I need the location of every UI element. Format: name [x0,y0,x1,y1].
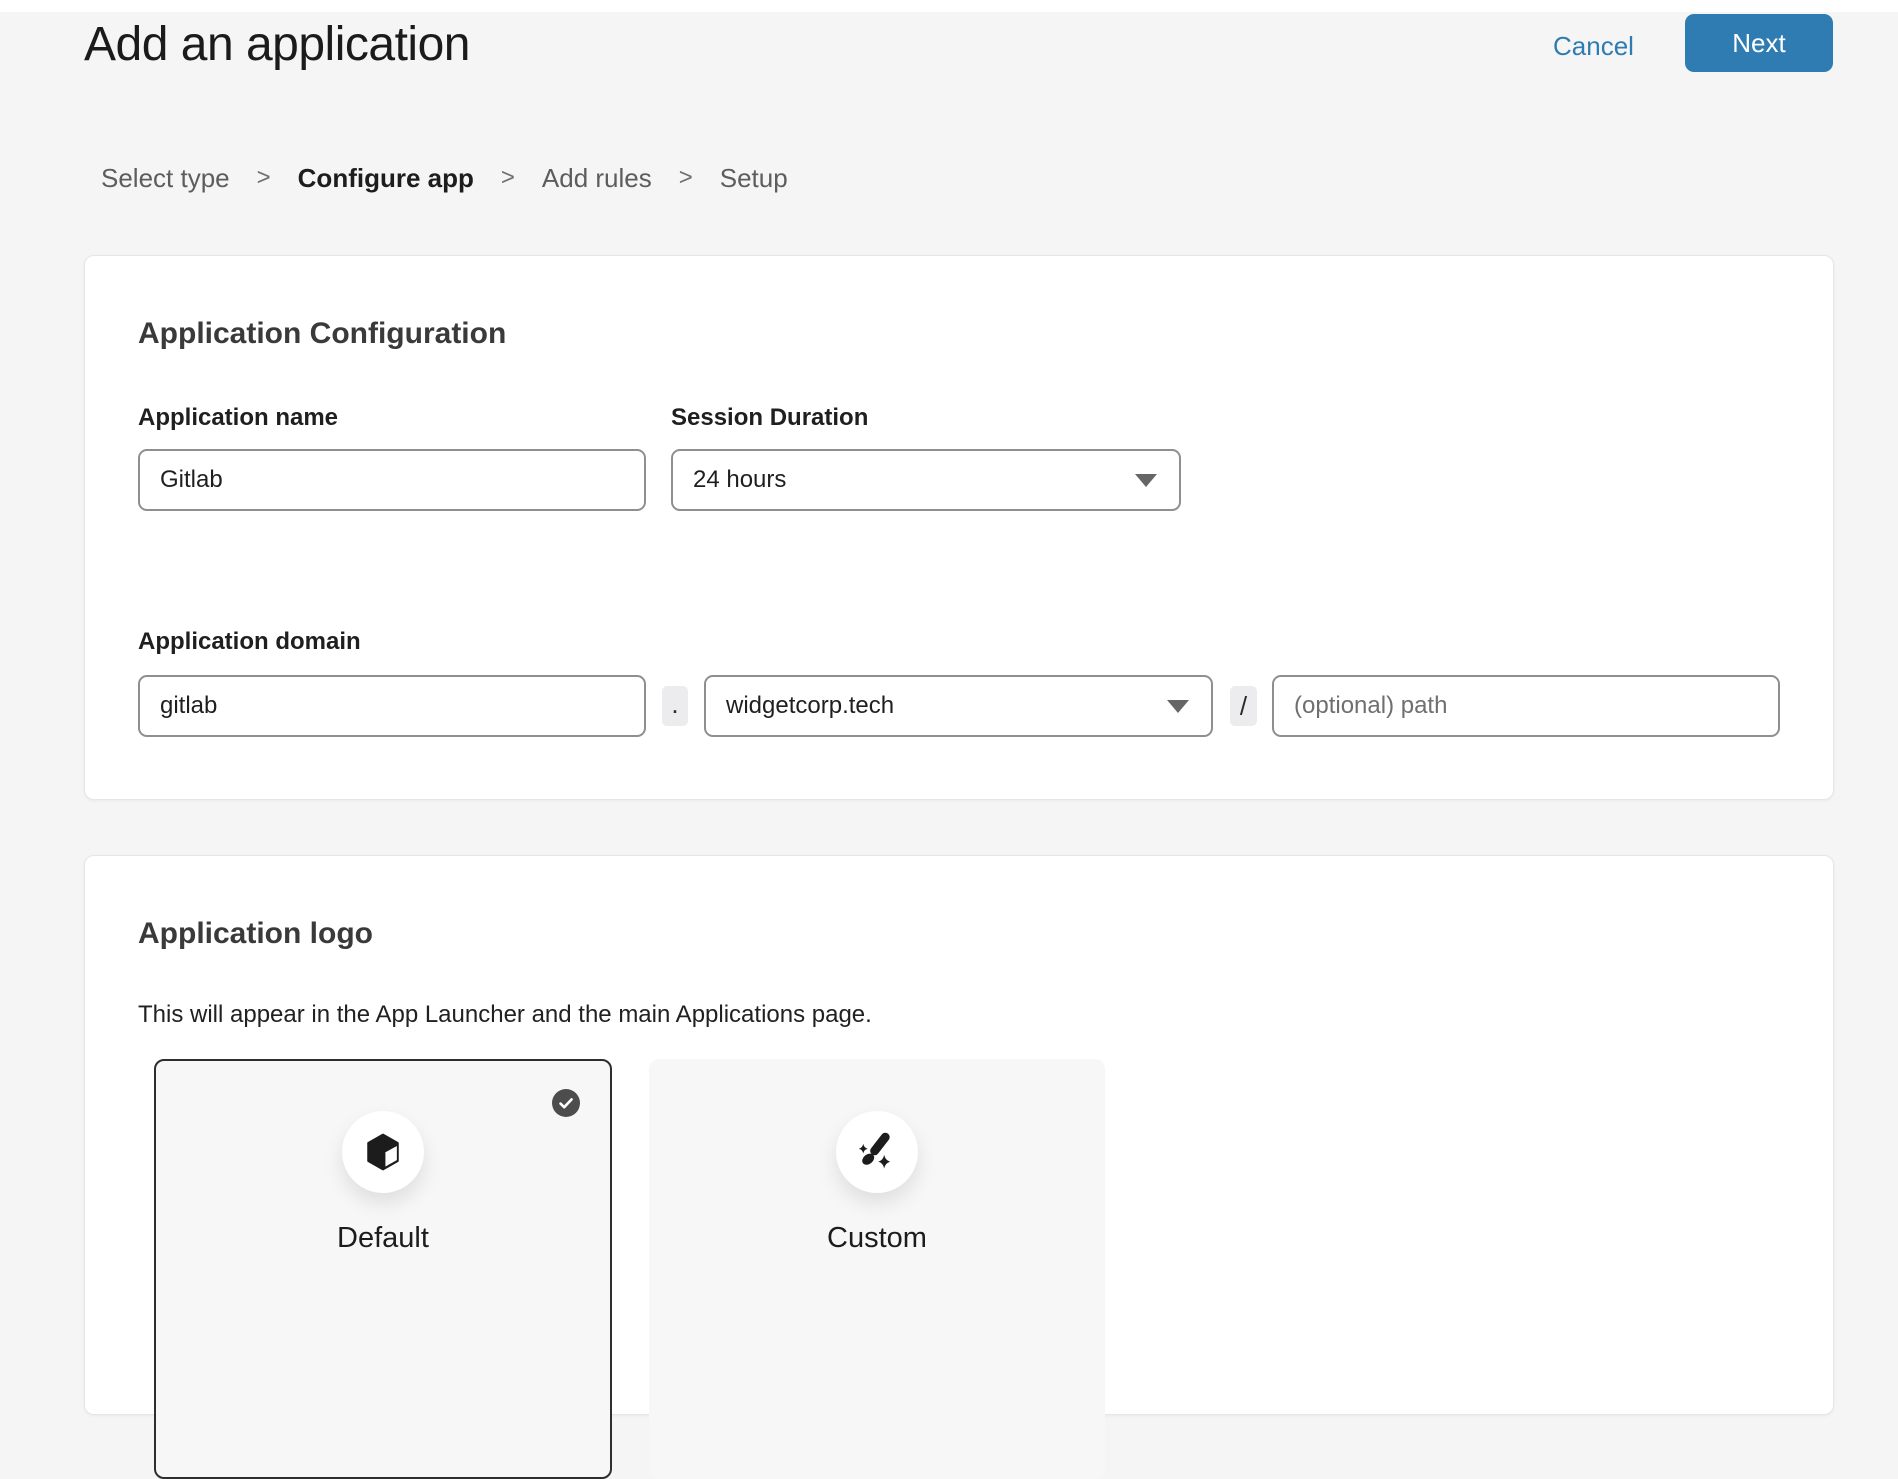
application-configuration-heading: Application Configuration [138,314,1780,353]
application-logo-card: Application logo This will appear in the… [84,855,1834,1415]
breadcrumb: Select type > Configure app > Add rules … [101,162,788,194]
domain-select-value: widgetcorp.tech [726,692,1167,720]
breadcrumb-step-add-rules[interactable]: Add rules [542,162,652,194]
slash-separator: / [1230,686,1257,726]
breadcrumb-step-select-type[interactable]: Select type [101,162,230,194]
application-name-label: Application name [138,403,646,433]
name-session-row: Application name Session Duration 24 hou… [138,403,1780,511]
chevron-down-icon [1167,700,1189,713]
dot-separator: . [662,686,688,726]
logo-option-label: Default [337,1221,429,1255]
application-logo-description: This will appear in the App Launcher and… [138,1001,1780,1029]
top-strip [0,0,1898,12]
paintbrush-icon [855,1130,899,1174]
breadcrumb-step-setup[interactable]: Setup [720,162,788,194]
application-name-input[interactable] [138,449,646,511]
path-input[interactable] [1272,675,1780,737]
custom-logo-circle [836,1111,918,1193]
breadcrumb-separator: > [257,162,271,194]
session-duration-select[interactable]: 24 hours [671,449,1181,511]
page-title: Add an application [84,18,470,72]
application-name-field-group: Application name [138,403,646,511]
logo-option-label: Custom [827,1221,927,1255]
application-domain-row: . widgetcorp.tech / [138,675,1780,737]
session-duration-label: Session Duration [671,403,1181,433]
selected-check-icon [552,1089,580,1117]
cancel-button[interactable]: Cancel [1553,31,1634,61]
application-domain-label: Application domain [138,627,1780,657]
next-button[interactable]: Next [1685,14,1833,72]
breadcrumb-separator: > [679,162,693,194]
breadcrumb-step-configure-app[interactable]: Configure app [298,162,474,194]
logo-option-custom[interactable]: Custom [649,1059,1105,1479]
subdomain-input[interactable] [138,675,646,737]
chevron-down-icon [1135,474,1157,487]
cube-icon [362,1131,404,1173]
domain-select[interactable]: widgetcorp.tech [704,675,1213,737]
logo-option-tiles: Default Custom [154,1059,1780,1479]
application-logo-heading: Application logo [138,914,1780,953]
session-duration-value: 24 hours [693,466,1135,494]
breadcrumb-separator: > [501,162,515,194]
default-logo-circle [342,1111,424,1193]
application-configuration-card: Application Configuration Application na… [84,255,1834,800]
logo-option-default[interactable]: Default [154,1059,612,1479]
session-duration-field-group: Session Duration 24 hours [671,403,1181,511]
